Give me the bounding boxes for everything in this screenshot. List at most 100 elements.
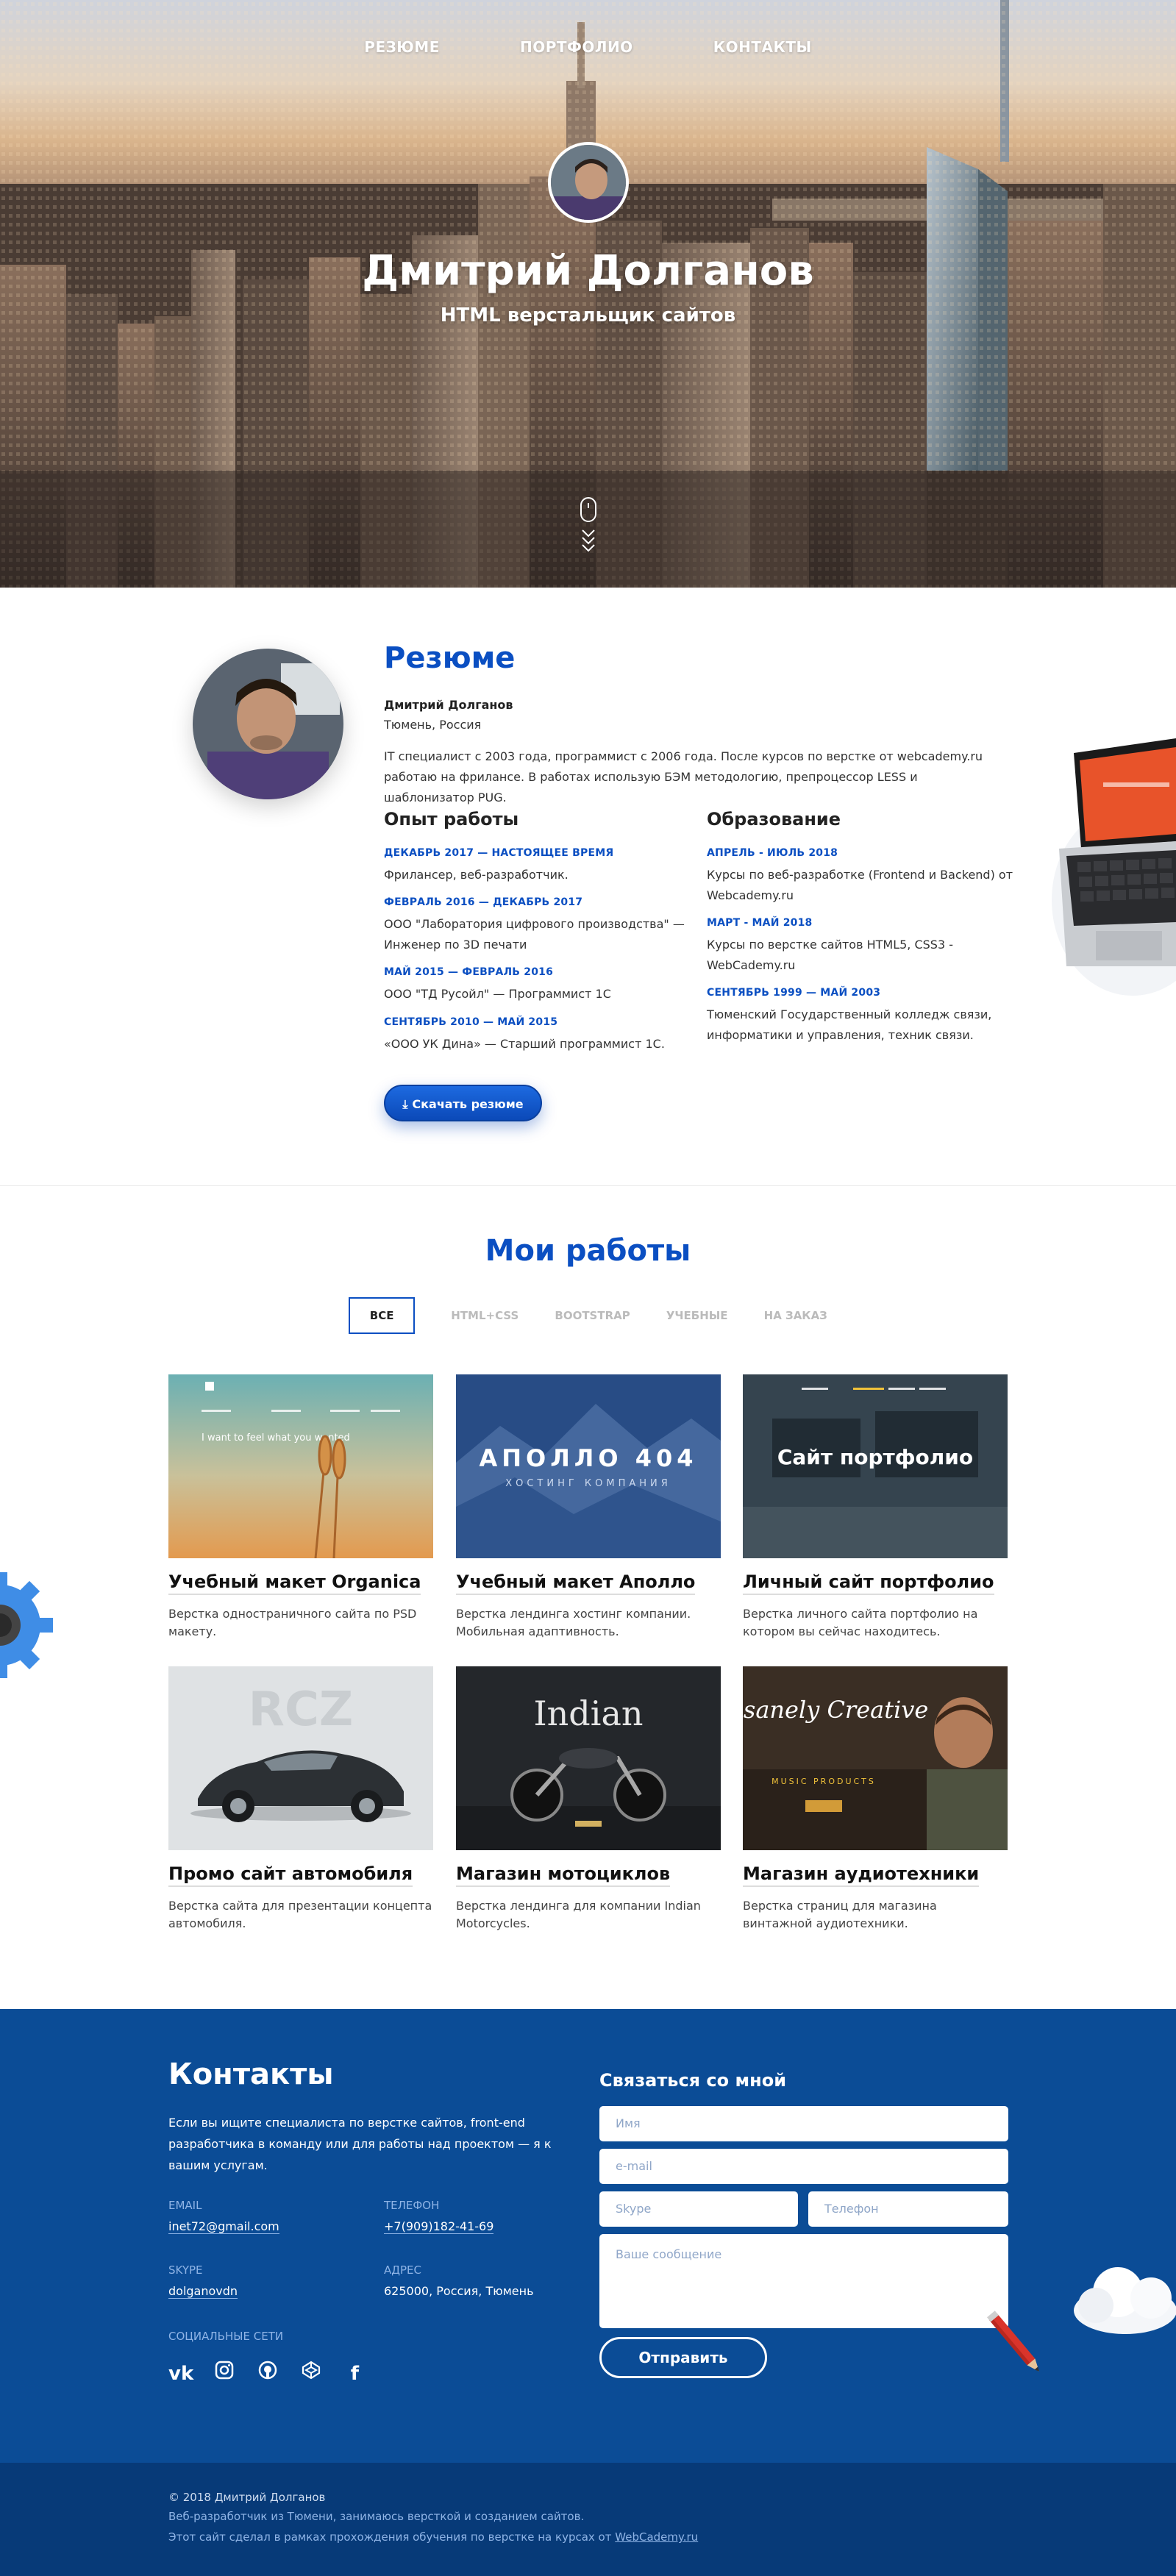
work-card-desc: Верстка страниц для магазина винтажной а… bbox=[743, 1899, 937, 1930]
education-item: МАРТ - МАЙ 2018 Курсы по верстке сайтов … bbox=[707, 917, 1016, 976]
section-divider bbox=[0, 1185, 1176, 1186]
work-card-desc: Верстка лендинга для компании Indian Mot… bbox=[456, 1899, 701, 1930]
work-card-organica[interactable]: I want to feel what you wanted Учебный м… bbox=[168, 1374, 433, 1641]
work-card-desc: Верстка личного сайта портфолио на котор… bbox=[743, 1607, 978, 1638]
footer-credit: Этот сайт сделал в рамках прохождения об… bbox=[168, 2530, 698, 2544]
experience-item: ДЕКАБРЬ 2017 — НАСТОЯЩЕЕ ВРЕМЯ Фрилансер… bbox=[384, 847, 693, 885]
work-card-title[interactable]: Учебный макет Аполло bbox=[456, 1571, 696, 1595]
experience-item: МАЙ 2015 — ФЕВРАЛЬ 2016 ООО "ТД Русойл" … bbox=[384, 966, 693, 1005]
work-card-title[interactable]: Промо сайт автомобиля bbox=[168, 1863, 413, 1887]
education-text: Курсы по верстке сайтов HTML5, CSS3 - We… bbox=[707, 938, 953, 972]
footer-copyright: © 2018 Дмитрий Долганов bbox=[168, 2491, 326, 2504]
hero-section: РЕЗЮМЕ ПОРТФОЛИО КОНТАКТЫ Дмитрий Долган… bbox=[0, 0, 1176, 588]
email-label: EMAIL bbox=[168, 2199, 202, 2212]
experience-text: ООО "Лаборатория цифрового производства"… bbox=[384, 917, 685, 952]
work-image-apollo: АПОЛЛО 404 ХОСТИНГ КОМПАНИЯ bbox=[456, 1374, 721, 1558]
work-card-title[interactable]: Магазин мотоциклов bbox=[456, 1863, 671, 1887]
car-image-text: RCZ bbox=[249, 1683, 354, 1737]
experience-item: СЕНТЯБРЬ 2010 — МАЙ 2015 «ООО УК Дина» —… bbox=[384, 1016, 693, 1055]
filter-html-css[interactable]: HTML+CSS bbox=[451, 1297, 518, 1334]
webcademy-link[interactable]: WebCademy.ru bbox=[615, 2530, 698, 2544]
email-input[interactable]: e-mail bbox=[599, 2149, 1008, 2184]
filter-all[interactable]: ВСЕ bbox=[349, 1297, 416, 1334]
contact-form-title: Связаться со мной bbox=[599, 2070, 787, 2091]
nav-item-contacts[interactable]: КОНТАКТЫ bbox=[713, 38, 812, 56]
work-image-motorcycle: Indian bbox=[456, 1666, 721, 1850]
contacts-title: Контакты bbox=[168, 2058, 334, 2091]
work-card-desc: Верстка лендинга хостинг компании. Мобил… bbox=[456, 1607, 691, 1638]
hero-name: Дмитрий Долганов bbox=[362, 247, 814, 295]
resume-city: Тюмень, Россия bbox=[384, 718, 482, 732]
resume-about: IT специалист с 2003 года, программист с… bbox=[384, 749, 983, 804]
vk-icon[interactable]: vk bbox=[168, 2361, 193, 2386]
work-image-audio: Insanely Creative MUSIC PRODUCTS bbox=[743, 1666, 1008, 1850]
phone-label: ТЕЛЕФОН bbox=[384, 2199, 440, 2212]
footer-about: Веб-разработчик из Тюмени, занимаюсь вер… bbox=[168, 2510, 585, 2523]
experience-text: «ООО УК Дина» — Старший программист 1С. bbox=[384, 1037, 665, 1051]
experience-text: ООО "ТД Русойл" — Программист 1С bbox=[384, 987, 611, 1001]
work-card-audio[interactable]: Insanely Creative MUSIC PRODUCTS Магазин… bbox=[743, 1666, 1008, 1933]
apollo-image-subtext: ХОСТИНГ КОМПАНИЯ bbox=[505, 1478, 671, 1489]
resume-name: Дмитрий Долганов bbox=[384, 698, 513, 712]
education-text: Курсы по веб-разработке (Frontend и Back… bbox=[707, 868, 1013, 902]
codepen-icon[interactable] bbox=[299, 2361, 324, 2386]
works-title: Мои работы bbox=[485, 1234, 691, 1268]
main-nav: РЕЗЮМЕ ПОРТФОЛИО КОНТАКТЫ bbox=[0, 38, 1176, 56]
nav-item-portfolio[interactable]: ПОРТФОЛИО bbox=[520, 38, 633, 56]
audio-image-text: Insanely Creative bbox=[743, 1696, 928, 1724]
address-label: АДРЕС bbox=[384, 2263, 421, 2277]
work-card-apollo[interactable]: АПОЛЛО 404 ХОСТИНГ КОМПАНИЯ Учебный маке… bbox=[456, 1374, 721, 1641]
facebook-icon[interactable]: f bbox=[342, 2361, 367, 2386]
laptop-image bbox=[1044, 738, 1176, 1003]
experience-item: ФЕВРАЛЬ 2016 — ДЕКАБРЬ 2017 ООО "Лаборат… bbox=[384, 896, 693, 955]
name-input[interactable]: Имя bbox=[599, 2106, 1008, 2141]
resume-title: Резюме bbox=[384, 641, 516, 675]
gear-decoration-icon bbox=[0, 1566, 59, 1684]
experience-date: ДЕКАБРЬ 2017 — НАСТОЯЩЕЕ ВРЕМЯ bbox=[384, 847, 614, 859]
instagram-icon[interactable] bbox=[212, 2361, 237, 2386]
resume-photo bbox=[193, 649, 343, 799]
filter-educational[interactable]: УЧЕБНЫЕ bbox=[666, 1297, 728, 1334]
skype-link[interactable]: dolganovdn bbox=[168, 2284, 238, 2299]
address-value: 625000, Россия, Тюмень bbox=[384, 2284, 534, 2298]
phone-link[interactable]: +7(909)182-41-69 bbox=[384, 2219, 494, 2234]
send-button[interactable]: Отправить bbox=[599, 2337, 767, 2378]
social-links: vk f bbox=[168, 2361, 382, 2386]
work-card-title[interactable]: Магазин аудиотехники bbox=[743, 1863, 980, 1887]
work-card-car-promo[interactable]: RCZ Промо сайт автомобиля Верстка сайта … bbox=[168, 1666, 433, 1933]
download-icon: ⤓ bbox=[402, 1097, 408, 1111]
work-card-motorcycles[interactable]: Indian Магазин мотоциклов Верстка лендин… bbox=[456, 1666, 721, 1933]
social-label: СОЦИАЛЬНЫЕ СЕТИ bbox=[168, 2330, 284, 2343]
experience-date: ФЕВРАЛЬ 2016 — ДЕКАБРЬ 2017 bbox=[384, 896, 583, 908]
work-card-title[interactable]: Личный сайт портфолио bbox=[743, 1571, 994, 1595]
education-title: Образование bbox=[707, 809, 841, 829]
work-image-organica: I want to feel what you wanted bbox=[168, 1374, 433, 1558]
phone-input[interactable]: Телефон bbox=[808, 2191, 1008, 2227]
github-icon[interactable] bbox=[255, 2361, 280, 2386]
download-resume-button[interactable]: ⤓ Скачать резюме bbox=[384, 1085, 542, 1121]
experience-title: Опыт работы bbox=[384, 809, 519, 829]
filter-bootstrap[interactable]: BOOTSTRAP bbox=[555, 1297, 630, 1334]
education-item: СЕНТЯБРЬ 1999 — МАЙ 2003 Тюменский Госуд… bbox=[707, 987, 1016, 1046]
work-card-title[interactable]: Учебный макет Organica bbox=[168, 1571, 421, 1595]
email-link[interactable]: inet72@gmail.com bbox=[168, 2219, 279, 2234]
education-text: Тюменский Государственный колледж связи,… bbox=[707, 1007, 992, 1042]
message-textarea[interactable]: Ваше сообщение bbox=[599, 2234, 1008, 2328]
download-resume-label: Скачать резюме bbox=[412, 1097, 524, 1111]
work-card-portfolio[interactable]: Сайт портфолио Личный сайт портфолио Вер… bbox=[743, 1374, 1008, 1641]
education-date: АПРЕЛЬ - ИЮЛЬ 2018 bbox=[707, 847, 838, 859]
contacts-section: Контакты Если вы ищите специалиста по ве… bbox=[0, 2009, 1176, 2463]
nav-item-resume[interactable]: РЕЗЮМЕ bbox=[364, 38, 440, 56]
skype-input[interactable]: Skype bbox=[599, 2191, 798, 2227]
hero-avatar bbox=[548, 142, 629, 223]
filter-custom[interactable]: НА ЗАКАЗ bbox=[764, 1297, 827, 1334]
education-date: СЕНТЯБРЬ 1999 — МАЙ 2003 bbox=[707, 987, 881, 999]
cloud-decoration-icon bbox=[1066, 2255, 1176, 2336]
motorcycle-image-text: Indian bbox=[533, 1694, 643, 1733]
education-item: АПРЕЛЬ - ИЮЛЬ 2018 Курсы по веб-разработ… bbox=[707, 847, 1016, 906]
hero-subtitle: HTML верстальщик сайтов bbox=[440, 304, 736, 327]
contacts-intro: Если вы ищите специалиста по верстке сай… bbox=[168, 2116, 552, 2172]
work-image-portfolio: Сайт портфолио bbox=[743, 1374, 1008, 1558]
education-date: МАРТ - МАЙ 2018 bbox=[707, 917, 813, 929]
scroll-down-icon[interactable] bbox=[577, 496, 599, 563]
